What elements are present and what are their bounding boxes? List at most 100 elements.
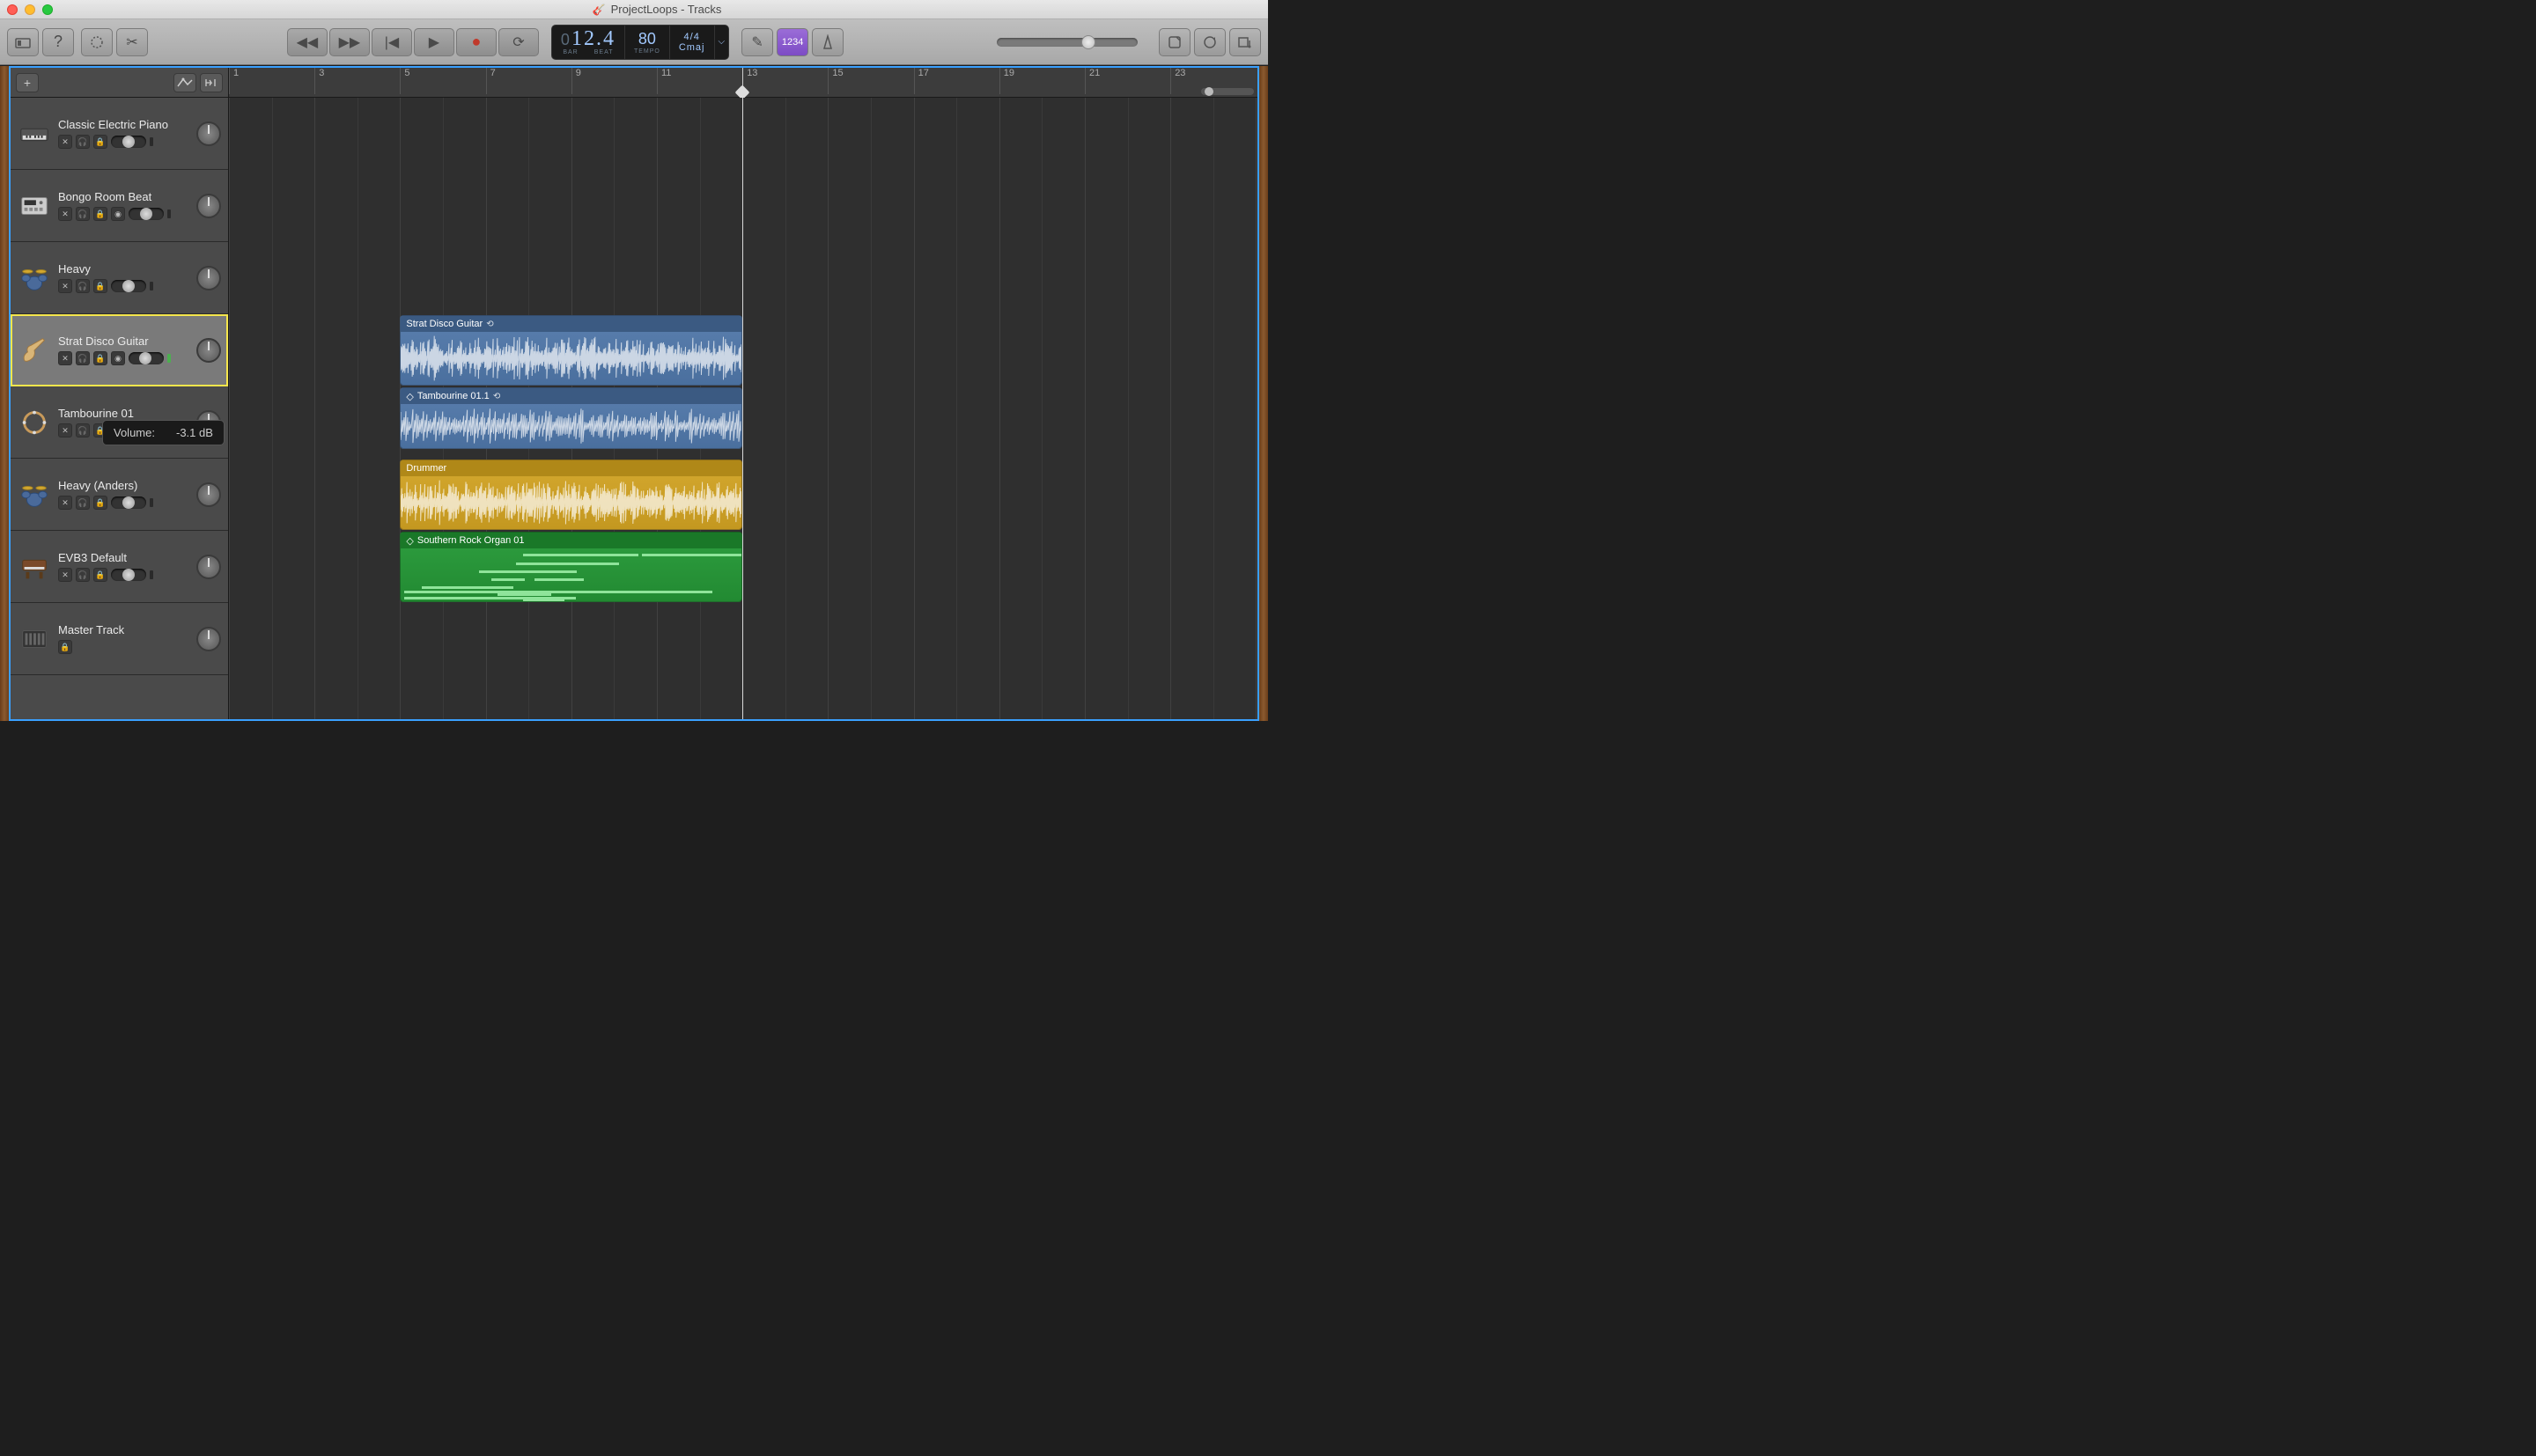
volume-slider[interactable] (129, 352, 164, 364)
lock-icon[interactable]: 🔒 (93, 279, 107, 293)
loop-icon: ⟲ (486, 320, 493, 329)
zoom-window[interactable] (42, 4, 53, 15)
smart-controls-button[interactable] (81, 28, 113, 56)
ruler-tick: 17 (914, 68, 929, 94)
input-icon[interactable]: ◉ (111, 207, 125, 221)
mute-icon[interactable]: ✕ (58, 496, 72, 510)
play-button[interactable]: ▶ (414, 28, 454, 56)
catch-playhead-button[interactable] (200, 73, 223, 92)
solo-icon[interactable]: 🎧 (76, 496, 90, 510)
flex-icon: ◇ (406, 391, 413, 402)
ruler-tick: 7 (486, 68, 496, 94)
solo-icon[interactable]: 🎧 (76, 135, 90, 149)
go-to-start-button[interactable]: |◀ (372, 28, 412, 56)
horizontal-zoom-slider[interactable] (1201, 88, 1254, 95)
pan-knob[interactable] (196, 338, 221, 363)
pan-knob[interactable] (196, 266, 221, 290)
mute-icon[interactable]: ✕ (58, 207, 72, 221)
lock-icon[interactable]: 🔒 (93, 496, 107, 510)
arrange-area[interactable]: Strat Disco Guitar⟲◇Tambourine 01.1⟲ Drum… (229, 98, 1257, 719)
volume-slider[interactable] (129, 208, 164, 220)
metronome-button[interactable] (812, 28, 844, 56)
track-header-1[interactable]: Bongo Room Beat✕🎧🔒◉ (11, 170, 228, 242)
solo-icon[interactable]: 🎧 (76, 568, 90, 582)
tooltip-label: Volume: (114, 426, 155, 439)
track-header-0[interactable]: Classic Electric Piano✕🎧🔒 (11, 98, 228, 170)
loop-browser-button[interactable] (1194, 28, 1226, 56)
track-name-label: Strat Disco Guitar (58, 335, 186, 348)
mute-icon[interactable]: ✕ (58, 351, 72, 365)
mute-icon[interactable]: ✕ (58, 135, 72, 149)
scissors-button[interactable]: ✂ (116, 28, 148, 56)
tuner-button[interactable]: ✎ (741, 28, 773, 56)
mute-icon[interactable]: ✕ (58, 279, 72, 293)
lcd-pre: 0 (561, 31, 570, 49)
rewind-button[interactable]: ◀◀ (287, 28, 328, 56)
quick-help-button[interactable]: ? (42, 28, 74, 56)
lock-icon[interactable]: 🔒 (93, 351, 107, 365)
lock-icon[interactable]: 🔒 (93, 135, 107, 149)
tooltip-value: -3.1 dB (176, 426, 213, 439)
volume-slider[interactable] (111, 136, 146, 148)
transport-controls: ◀◀ ▶▶ |◀ ▶ ● ⟳ (287, 28, 539, 56)
track-instrument-icon (18, 550, 51, 584)
region-southern-rock-organ-01[interactable]: ◇Southern Rock Organ 01 (400, 532, 742, 602)
volume-slider[interactable] (111, 569, 146, 581)
lock-icon[interactable]: 🔒 (58, 640, 72, 654)
count-in-button[interactable]: 1234 (777, 28, 808, 56)
solo-icon[interactable]: 🎧 (76, 279, 90, 293)
pan-knob[interactable] (196, 482, 221, 507)
pan-knob[interactable] (196, 121, 221, 146)
timeline-ruler[interactable]: 1357911131517192123 (229, 68, 1257, 97)
solo-icon[interactable]: 🎧 (76, 207, 90, 221)
window-controls (7, 4, 53, 15)
track-header-7[interactable]: Master Track🔒 (11, 603, 228, 675)
cycle-button[interactable]: ⟳ (498, 28, 539, 56)
ruler-tick: 9 (571, 68, 581, 94)
track-instrument-icon (18, 406, 51, 439)
level-meter (167, 354, 171, 363)
lock-icon[interactable]: 🔒 (93, 207, 107, 221)
track-header-2[interactable]: Heavy✕🎧🔒 (11, 242, 228, 314)
titlebar: 🎸 ProjectLoops - Tracks (0, 0, 1268, 19)
pan-knob[interactable] (196, 194, 221, 218)
playhead-line[interactable] (742, 98, 743, 719)
forward-button[interactable]: ▶▶ (329, 28, 370, 56)
level-meter (150, 282, 153, 290)
region-tambourine-01.1[interactable]: ◇Tambourine 01.1⟲ (400, 387, 742, 449)
region-drummer[interactable]: Drummer (400, 460, 742, 530)
pan-knob[interactable] (196, 627, 221, 651)
minimize-window[interactable] (25, 4, 35, 15)
window-title: 🎸 ProjectLoops - Tracks (53, 3, 1261, 16)
volume-slider[interactable] (111, 280, 146, 292)
lcd-display[interactable]: 0 12.4 BARBEAT 80 TEMPO 4/4 Cmaj ⌵ (551, 25, 729, 60)
ruler-tick: 11 (657, 68, 671, 94)
automation-button[interactable] (173, 73, 196, 92)
record-button[interactable]: ● (456, 28, 497, 56)
solo-icon[interactable]: 🎧 (76, 351, 90, 365)
master-volume-slider[interactable] (997, 38, 1138, 47)
track-instrument-icon (18, 117, 51, 151)
volume-tooltip: Volume: -3.1 dB (102, 420, 225, 445)
track-instrument-icon (18, 622, 51, 656)
volume-slider[interactable] (111, 496, 146, 509)
loop-icon: ⟲ (493, 392, 500, 401)
close-window[interactable] (7, 4, 18, 15)
media-browser-button[interactable] (1229, 28, 1261, 56)
library-button[interactable] (7, 28, 39, 56)
toolbar: ? ✂ ◀◀ ▶▶ |◀ ▶ ● ⟳ 0 12.4 BARBEAT 80 TEM… (0, 19, 1268, 65)
lcd-dropdown-icon[interactable]: ⌵ (715, 37, 729, 47)
add-track-button[interactable]: + (16, 73, 39, 92)
region-strat-disco-guitar[interactable]: Strat Disco Guitar⟲ (400, 315, 742, 386)
pan-knob[interactable] (196, 555, 221, 579)
input-icon[interactable]: ◉ (111, 351, 125, 365)
ruler-tick: 3 (314, 68, 324, 94)
mute-icon[interactable]: ✕ (58, 568, 72, 582)
track-header-3[interactable]: Strat Disco Guitar ✕ 🎧🔒 ◉ (11, 314, 228, 386)
lock-icon[interactable]: 🔒 (93, 568, 107, 582)
track-header-6[interactable]: EVB3 Default✕🎧🔒 (11, 531, 228, 603)
notepad-button[interactable] (1159, 28, 1191, 56)
mute-icon[interactable]: ✕ (58, 423, 72, 438)
solo-icon[interactable]: 🎧 (76, 423, 90, 438)
track-header-5[interactable]: Heavy (Anders)✕🎧🔒 (11, 459, 228, 531)
